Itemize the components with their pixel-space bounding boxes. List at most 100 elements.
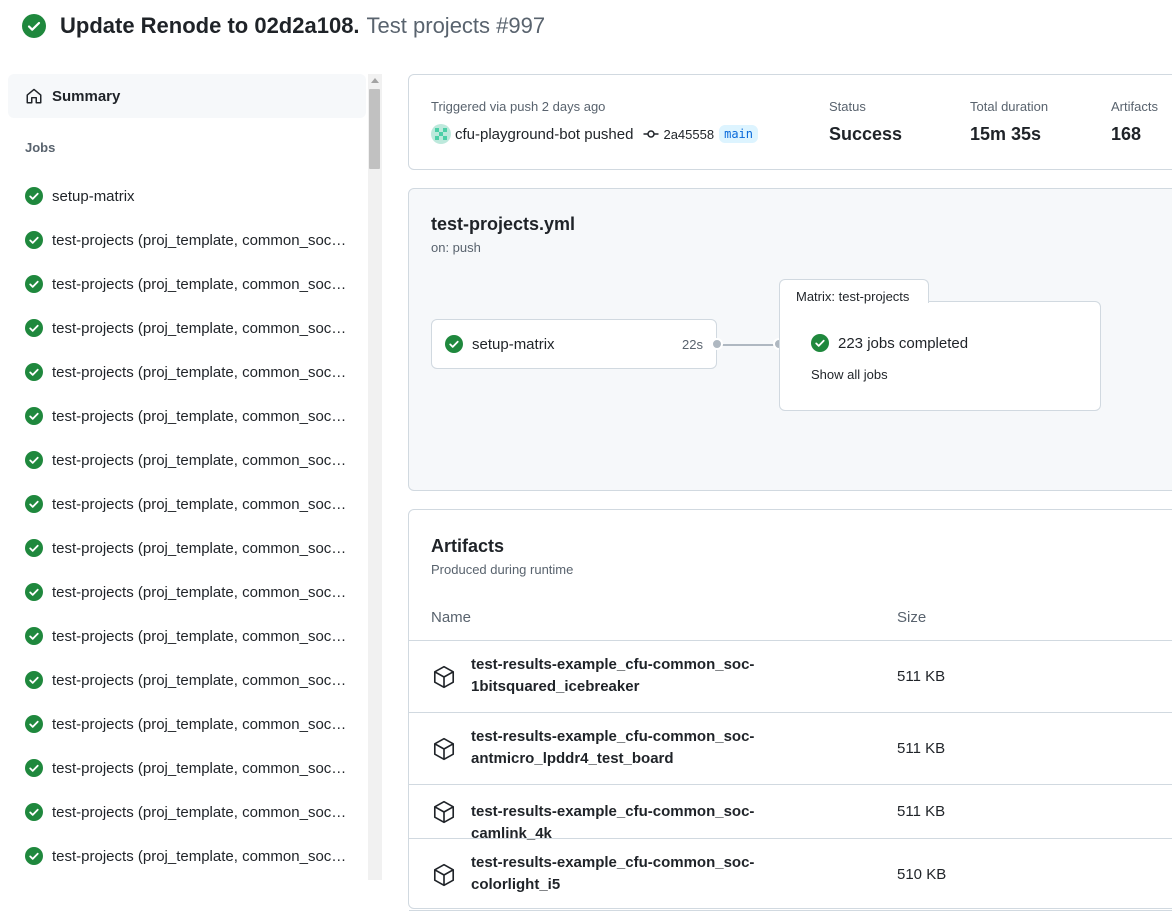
commit-sha-link[interactable]: 2a45558: [663, 127, 714, 142]
sidebar-job-label: test-projects (proj_template, common_soc…: [52, 495, 348, 513]
check-circle-icon: [25, 275, 43, 293]
check-circle-icon: [25, 451, 43, 469]
column-header-size: Size: [897, 609, 927, 626]
status-block: Status Success: [829, 99, 902, 145]
sidebar-job-label: test-projects (proj_template, common_soc…: [52, 451, 348, 469]
sidebar-job-item[interactable]: test-projects (proj_template, common_soc…: [8, 834, 368, 878]
artifact-size: 511 KB: [897, 668, 946, 685]
artifact-size: 511 KB: [897, 803, 946, 820]
trigger-label: Triggered via push 2 days ago: [431, 99, 606, 114]
sidebar-job-label: test-projects (proj_template, common_soc…: [52, 803, 348, 821]
run-info-panel: Triggered via push 2 days ago cfu-playgr…: [408, 74, 1172, 170]
sidebar-job-label: test-projects (proj_template, common_soc…: [52, 715, 348, 733]
artifacts-table-header: Name Size: [409, 593, 1172, 641]
check-circle-icon: [25, 187, 43, 205]
matrix-status: 223 jobs completed: [811, 334, 968, 352]
check-circle-icon: [25, 583, 43, 601]
package-icon: [431, 736, 457, 762]
artifacts-table: Name Size test-results-example_cfu-commo…: [409, 593, 1172, 911]
sidebar-job-item[interactable]: test-projects (proj_template, common_soc…: [8, 394, 368, 438]
sidebar-job-item[interactable]: test-projects (proj_template, common_soc…: [8, 438, 368, 482]
artifacts-count-label: Artifacts: [1111, 99, 1158, 114]
duration-value: 15m 35s: [970, 124, 1042, 144]
artifacts-subtitle: Produced during runtime: [431, 562, 574, 577]
check-circle-icon: [25, 231, 43, 249]
scroll-thumb[interactable]: [369, 89, 380, 169]
sidebar-job-item[interactable]: test-projects (proj_template, common_soc…: [8, 218, 368, 262]
graph-connector-dot: [711, 338, 723, 350]
home-icon: [26, 88, 42, 104]
sidebar-item-label: Summary: [52, 87, 121, 105]
workflow-trigger: on: push: [431, 240, 481, 255]
check-circle-icon: [445, 335, 463, 353]
pusher-link[interactable]: cfu-playground-bot pushed: [455, 126, 633, 143]
artifact-name-link[interactable]: test-results-example_cfu-common_soc-antm…: [471, 726, 791, 770]
check-circle-icon: [25, 715, 43, 733]
sidebar-job-item[interactable]: setup-matrix: [8, 174, 368, 218]
check-circle-icon: [25, 363, 43, 381]
artifact-name-link[interactable]: test-results-example_cfu-common_soc-colo…: [471, 852, 791, 896]
status-label: Status: [829, 99, 866, 114]
branch-badge[interactable]: main: [719, 125, 758, 143]
check-circle-icon: [25, 671, 43, 689]
sidebar-scrollbar[interactable]: [368, 74, 382, 880]
duration-block: Total duration 15m 35s: [970, 99, 1048, 145]
check-circle-icon: [25, 319, 43, 337]
sidebar-job-label: setup-matrix: [52, 187, 135, 205]
sidebar-job-label: test-projects (proj_template, common_soc…: [52, 671, 348, 689]
trigger-block: Triggered via push 2 days ago cfu-playgr…: [431, 99, 758, 144]
artifact-row: test-results-example_cfu-common_soc-antm…: [409, 713, 1172, 785]
package-icon: [431, 862, 457, 888]
sidebar-job-item[interactable]: test-projects (proj_template, common_soc…: [8, 262, 368, 306]
show-all-jobs-link[interactable]: Show all jobs: [811, 367, 888, 382]
sidebar-job-label: test-projects (proj_template, common_soc…: [52, 627, 348, 645]
sidebar-job-item[interactable]: test-projects (proj_template, common_soc…: [8, 570, 368, 614]
sidebar-job-label: test-projects (proj_template, common_soc…: [52, 847, 348, 865]
workflow-file-name[interactable]: test-projects.yml: [431, 214, 575, 235]
trigger-line: cfu-playground-bot pushed 2a45558 main: [431, 124, 758, 144]
sidebar-job-item[interactable]: test-projects (proj_template, common_soc…: [8, 350, 368, 394]
workflow-graph-panel: test-projects.yml on: push setup-matrix …: [408, 188, 1172, 491]
check-circle-icon: [811, 334, 829, 352]
check-circle-icon: [25, 803, 43, 821]
sidebar-job-item[interactable]: test-projects (proj_template, common_soc…: [8, 790, 368, 834]
matrix-tab: Matrix: test-projects: [779, 279, 929, 304]
sidebar-job-item[interactable]: test-projects (proj_template, common_soc…: [8, 482, 368, 526]
check-circle-icon: [25, 495, 43, 513]
artifact-row: test-results-example_cfu-common_soc-caml…: [409, 785, 1172, 842]
graph-job-duration: 22s: [682, 336, 703, 352]
bot-avatar[interactable]: [431, 124, 451, 144]
sidebar-job-item[interactable]: test-projects (proj_template, common_soc…: [8, 526, 368, 570]
scroll-up-arrow-icon[interactable]: [371, 78, 379, 83]
artifact-row: test-results-example_cfu-common_soc-1bit…: [409, 641, 1172, 713]
artifact-size: 511 KB: [897, 740, 946, 757]
sidebar-item-summary[interactable]: Summary: [8, 74, 366, 118]
sidebar-job-item[interactable]: test-projects (proj_template, common_soc…: [8, 658, 368, 702]
sidebar-job-item[interactable]: test-projects (proj_template, common_soc…: [8, 746, 368, 790]
check-circle-icon: [25, 539, 43, 557]
status-value: Success: [829, 124, 903, 144]
sidebar-job-item[interactable]: test-projects (proj_template, common_soc…: [8, 614, 368, 658]
artifact-size: 510 KB: [897, 866, 947, 883]
sidebar-job-label: test-projects (proj_template, common_soc…: [52, 759, 348, 777]
artifact-name-link[interactable]: test-results-example_cfu-common_soc-1bit…: [471, 654, 791, 698]
matrix-status-text: 223 jobs completed: [838, 334, 969, 352]
check-circle-icon: [25, 847, 43, 865]
run-title: Update Renode to 02d2a108.: [60, 13, 360, 38]
package-icon: [431, 664, 457, 690]
graph-connector: [717, 344, 779, 346]
check-circle-icon: [22, 14, 46, 38]
sidebar-job-label: test-projects (proj_template, common_soc…: [52, 363, 348, 381]
artifacts-rows: test-results-example_cfu-common_soc-1bit…: [409, 641, 1172, 911]
check-circle-icon: [25, 759, 43, 777]
artifacts-title: Artifacts: [431, 536, 505, 556]
run-header: Update Renode to 02d2a108. Test projects…: [22, 12, 545, 40]
sidebar-job-item[interactable]: test-projects (proj_template, common_soc…: [8, 702, 368, 746]
sidebar-job-label: test-projects (proj_template, common_soc…: [52, 539, 348, 557]
artifact-row: test-results-example_cfu-common_soc-colo…: [409, 839, 1172, 911]
graph-job-setup-matrix[interactable]: setup-matrix 22s: [431, 319, 717, 369]
sidebar-job-item[interactable]: test-projects (proj_template, common_soc…: [8, 306, 368, 350]
sidebar: Summary Jobs setup-matrix test-projects (…: [8, 74, 368, 880]
column-header-name: Name: [431, 609, 472, 626]
artifacts-count-value[interactable]: 168: [1111, 124, 1158, 145]
